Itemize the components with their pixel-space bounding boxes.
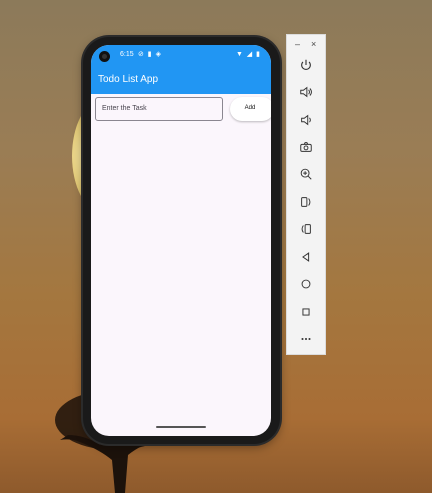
phone-screen: 6:15 ⊘ ▮ ◈ ▼ ◢ ▮ Todo List App Enter the… [91,45,271,436]
camera-hole [99,51,110,62]
close-button[interactable]: × [311,39,316,49]
minimize-button[interactable]: – [295,39,300,49]
task-input[interactable]: Enter the Task [95,97,223,121]
emulator-toolbar: – × [286,34,326,355]
home-indicator[interactable] [156,426,206,428]
app-title: Todo List App [98,74,159,85]
camera-icon[interactable] [296,137,316,157]
toolbar-header: – × [287,39,327,51]
app-bar: Todo List App [91,68,271,94]
status-bar: 6:15 ⊘ ▮ ◈ ▼ ◢ ▮ [91,45,271,68]
add-button[interactable]: Add [230,97,271,121]
add-button-label: Add [244,105,256,111]
back-icon[interactable] [296,247,316,267]
overview-icon[interactable] [296,302,316,322]
volume-up-icon[interactable] [296,82,316,102]
zoom-icon[interactable] [296,164,316,184]
volume-down-icon[interactable] [296,110,316,130]
task-input-placeholder: Enter the Task [102,105,147,112]
status-notification-icons: ⊘ ▮ ◈ [138,51,162,58]
power-icon[interactable] [296,55,316,75]
more-icon[interactable] [296,329,316,349]
status-time: 6:15 [120,51,134,58]
rotate-right-icon[interactable] [296,219,316,239]
status-system-icons: ▼ ◢ ▮ [235,51,261,58]
rotate-left-icon[interactable] [296,192,316,212]
home-icon[interactable] [296,274,316,294]
